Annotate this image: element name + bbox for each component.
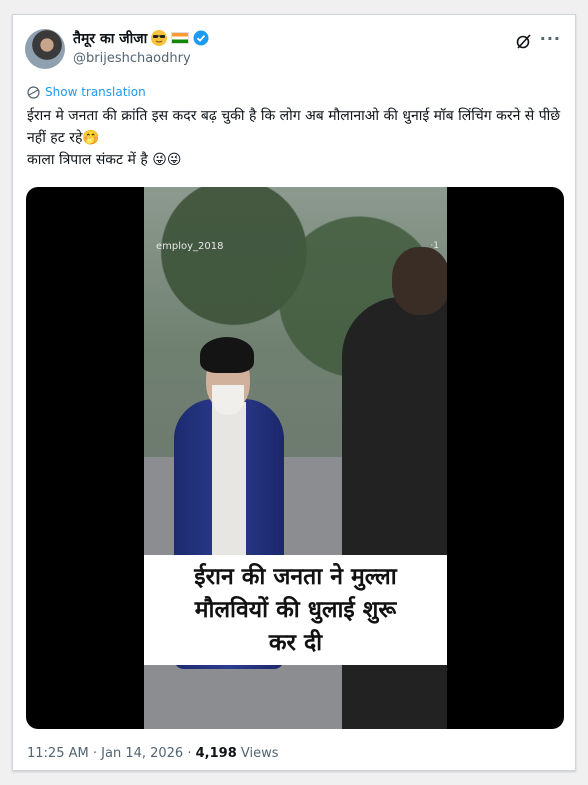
video-watermark: employ_2018 [156,241,224,252]
video-badge: ·1 [430,241,439,251]
tweet-time[interactable]: 11:25 AM [27,746,89,761]
user-handle[interactable]: @brijeshchaodhry [73,51,191,66]
avatar[interactable] [25,29,65,69]
india-flag-icon [171,32,190,44]
man-head [392,247,447,315]
views-count: 4,198 [195,746,237,761]
display-name[interactable]: तैमूर का जीजा [73,31,147,47]
video-frame[interactable]: employ_2018 ·1 ईरान की जनता ने मुल्ला मौ… [144,187,447,729]
video-player[interactable]: employ_2018 ·1 ईरान की जनता ने मुल्ला मौ… [26,187,564,729]
tweet-date[interactable]: Jan 14, 2026 [101,746,183,761]
tweet-text: ईरान मे जनता की क्रांति इस कदर बढ़ चुकी … [27,108,561,168]
show-translation-label[interactable]: Show translation [45,85,146,99]
separator-dot: · [187,746,192,761]
turban [200,337,254,373]
display-name-row[interactable]: तैमूर का जीजा [73,29,209,48]
verified-badge-icon [193,30,209,46]
grok-icon[interactable] [515,32,533,50]
beard [212,385,244,415]
show-translation-link[interactable]: Show translation [27,85,146,99]
separator-dot: · [92,746,97,761]
views-label: Views [240,746,279,761]
sunglasses-emoji-icon [151,30,168,46]
globe-icon [27,85,40,99]
video-caption: ईरान की जनता ने मुल्ला मौलवियों की धुलाई… [144,555,447,665]
tweet-meta: 11:25 AM · Jan 14, 2026 · 4,198 Views [27,746,279,761]
more-options-button[interactable]: ··· [540,29,561,48]
tweet-card: तैमूर का जीजा @brijeshchaodhry ··· Show … [12,14,576,771]
